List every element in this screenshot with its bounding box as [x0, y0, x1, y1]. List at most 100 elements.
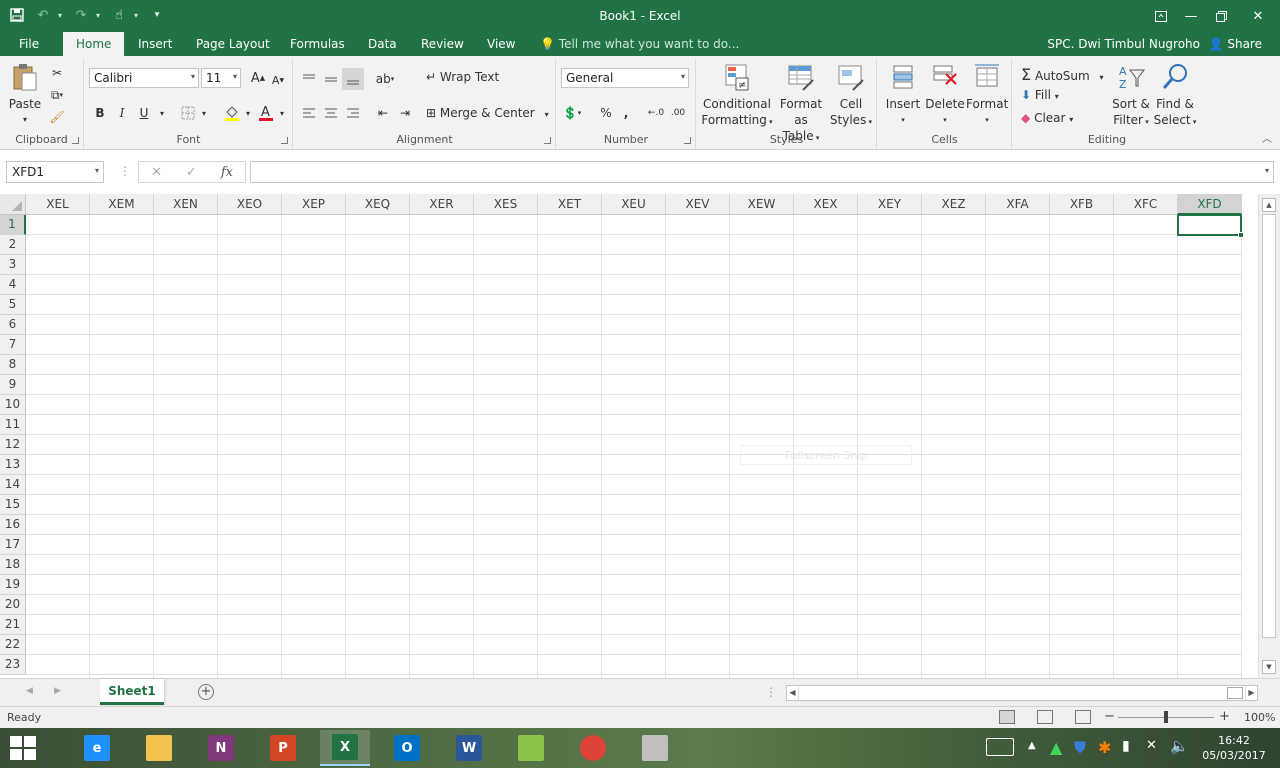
column-header[interactable]: XEY: [858, 194, 922, 215]
row-header[interactable]: 7: [0, 335, 26, 355]
column-header[interactable]: XEL: [26, 194, 90, 215]
column-header[interactable]: XEM: [90, 194, 154, 215]
fill-button[interactable]: ⬇ Fill ▾: [1021, 88, 1059, 102]
minimize-icon[interactable]: —: [1176, 0, 1206, 32]
row-header[interactable]: 12: [0, 435, 26, 455]
row-header[interactable]: 16: [0, 515, 26, 535]
row-header[interactable]: 20: [0, 595, 26, 615]
column-header[interactable]: XEO: [218, 194, 282, 215]
increase-decimal-icon[interactable]: ←.0: [645, 102, 667, 124]
network-app-icon[interactable]: ▲: [1050, 738, 1062, 757]
taskbar-file-explorer[interactable]: [134, 730, 184, 766]
column-header[interactable]: XEQ: [346, 194, 410, 215]
insert-function-button[interactable]: fx: [221, 165, 233, 180]
align-middle-icon[interactable]: [320, 68, 342, 90]
taskbar-outlook[interactable]: O: [382, 730, 432, 766]
grow-font-button[interactable]: A ▲: [247, 67, 269, 89]
column-header[interactable]: XER: [410, 194, 474, 215]
comma-button[interactable]: ,: [615, 102, 637, 124]
sheet-tab-sheet1[interactable]: Sheet1: [100, 679, 164, 705]
decrease-indent-icon[interactable]: ⇤: [372, 102, 394, 124]
vertical-scroll-thumb[interactable]: [1262, 214, 1276, 638]
tell-me-box[interactable]: 💡 Tell me what you want to do...: [540, 32, 739, 56]
expand-formula-icon[interactable]: ▾: [1265, 166, 1269, 175]
bold-button[interactable]: B: [89, 102, 111, 124]
taskbar-powerpoint[interactable]: P: [258, 730, 308, 766]
taskbar-excel[interactable]: X: [320, 730, 370, 766]
collapse-ribbon-icon[interactable]: ︿: [1262, 130, 1272, 145]
borders-dropdown-icon[interactable]: ▾: [193, 102, 215, 124]
delete-cells-button[interactable]: Delete ▾: [924, 62, 966, 128]
taskbar-word[interactable]: W: [444, 730, 494, 766]
cell-styles-button[interactable]: Cell Styles ▾: [829, 62, 873, 130]
clipboard-launcher-icon[interactable]: [72, 137, 79, 144]
align-bottom-icon[interactable]: [342, 68, 364, 90]
formula-input[interactable]: ▾: [250, 161, 1274, 183]
column-header[interactable]: XFC: [1114, 194, 1178, 215]
row-header[interactable]: 6: [0, 315, 26, 335]
zoom-slider-knob[interactable]: [1164, 711, 1168, 723]
find-select-button[interactable]: Find & Select ▾: [1153, 62, 1197, 130]
tab-view[interactable]: View: [474, 32, 528, 56]
tab-home[interactable]: Home: [63, 32, 125, 56]
taskbar-onenote[interactable]: N: [196, 730, 246, 766]
decrease-decimal-icon[interactable]: .00: [667, 102, 689, 124]
format-painter-icon[interactable]: 🖌: [46, 106, 68, 128]
zoom-level[interactable]: 100%: [1244, 711, 1275, 724]
network-disconnected-icon[interactable]: ✕: [1146, 738, 1157, 753]
vertical-dots-icon[interactable]: ⋮: [119, 164, 131, 178]
row-header[interactable]: 15: [0, 495, 26, 515]
number-format-select[interactable]: General ▾: [561, 68, 689, 88]
row-header[interactable]: 3: [0, 255, 26, 275]
vertical-scrollbar[interactable]: ▲ ▼: [1258, 194, 1280, 678]
close-icon[interactable]: ✕: [1236, 0, 1280, 32]
tab-review[interactable]: Review: [408, 32, 477, 56]
row-header[interactable]: 1: [0, 215, 26, 235]
autosum-button[interactable]: Σ AutoSum ▾: [1021, 65, 1104, 84]
align-top-icon[interactable]: [298, 68, 320, 90]
clear-button[interactable]: ◆ Clear ▾: [1021, 111, 1073, 125]
sort-filter-button[interactable]: AZ Sort & Filter ▾: [1109, 62, 1153, 130]
taskbar-snipping-tool[interactable]: [630, 730, 680, 766]
column-header[interactable]: XFD: [1178, 194, 1242, 215]
taskbar-internet-explorer[interactable]: e: [72, 730, 122, 766]
row-header[interactable]: 10: [0, 395, 26, 415]
tray-expand-icon[interactable]: ▲: [1028, 740, 1036, 751]
avast-icon[interactable]: ✱: [1098, 738, 1111, 757]
row-header[interactable]: 5: [0, 295, 26, 315]
zoom-in-icon[interactable]: +: [1219, 709, 1230, 724]
row-header[interactable]: 9: [0, 375, 26, 395]
tab-data[interactable]: Data: [355, 32, 410, 56]
row-header[interactable]: 11: [0, 415, 26, 435]
keyboard-icon[interactable]: [986, 738, 1014, 756]
column-header[interactable]: XET: [538, 194, 602, 215]
row-header[interactable]: 21: [0, 615, 26, 635]
copy-icon[interactable]: ⧉ ▾: [46, 84, 68, 106]
column-header[interactable]: XEU: [602, 194, 666, 215]
tab-insert[interactable]: Insert: [125, 32, 185, 56]
tab-file[interactable]: File: [6, 32, 52, 56]
column-header[interactable]: XEN: [154, 194, 218, 215]
underline-dropdown-icon[interactable]: ▾: [151, 102, 173, 124]
row-header[interactable]: 4: [0, 275, 26, 295]
align-right-icon[interactable]: [342, 102, 364, 124]
restore-icon[interactable]: [1206, 0, 1236, 32]
merge-center-button[interactable]: ⊞ Merge & Center ▾: [426, 106, 549, 120]
shrink-font-button[interactable]: A ▼: [267, 69, 289, 91]
column-header[interactable]: XES: [474, 194, 538, 215]
column-header[interactable]: XEX: [794, 194, 858, 215]
row-header[interactable]: 13: [0, 455, 26, 475]
user-name[interactable]: SPC. Dwi Timbul Nugroho: [1047, 32, 1200, 56]
active-cell[interactable]: [1177, 214, 1244, 238]
splitter-icon[interactable]: ⋮: [765, 685, 777, 699]
align-center-icon[interactable]: [320, 102, 342, 124]
format-cells-button[interactable]: Format ▾: [966, 62, 1008, 128]
horizontal-scrollbar[interactable]: ◀ ▶: [786, 685, 1258, 701]
paste-dropdown-icon[interactable]: ▾: [6, 112, 44, 128]
scroll-up-icon[interactable]: ▲: [1262, 198, 1276, 212]
tab-page-layout[interactable]: Page Layout: [183, 32, 283, 56]
security-shield-icon[interactable]: ⛊: [1074, 738, 1086, 758]
prev-sheet-icon[interactable]: ◀: [26, 686, 33, 696]
row-header[interactable]: 22: [0, 635, 26, 655]
name-box[interactable]: XFD1 ▾: [6, 161, 104, 183]
